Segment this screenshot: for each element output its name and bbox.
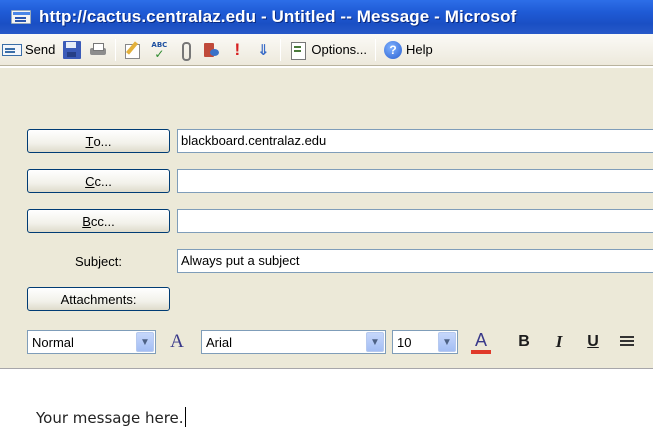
send-button[interactable]: Send xyxy=(0,38,59,62)
options-icon xyxy=(289,41,307,60)
chevron-down-icon[interactable]: ▼ xyxy=(136,332,154,352)
importance-high-button[interactable]: ! xyxy=(224,38,250,62)
print-icon xyxy=(89,41,107,59)
italic-button[interactable]: I xyxy=(546,330,572,354)
importance-low-button[interactable]: ⇓ xyxy=(250,38,276,62)
subject-field[interactable]: Always put a subject xyxy=(177,249,653,273)
toolbar-separator xyxy=(280,38,282,61)
font-color-icon: A xyxy=(474,329,487,350)
help-label: Help xyxy=(406,42,433,57)
toolbar-separator xyxy=(115,38,117,61)
send-label: Send xyxy=(25,42,56,57)
edit-button[interactable] xyxy=(120,38,146,62)
attach-button[interactable] xyxy=(172,38,198,62)
send-icon xyxy=(2,43,22,56)
save-button[interactable] xyxy=(59,38,85,62)
font-size-value: 10 xyxy=(397,334,412,350)
message-body-editor[interactable]: Your message here. xyxy=(0,368,653,435)
importance-high-icon: ! xyxy=(234,39,241,59)
address-book-button[interactable] xyxy=(198,38,224,62)
spellcheck-button[interactable]: ABC ✓ xyxy=(146,38,172,62)
help-icon: ? xyxy=(384,40,403,59)
spellcheck-icon: ABC ✓ xyxy=(151,40,168,61)
print-button[interactable] xyxy=(85,38,111,62)
underline-button[interactable]: U xyxy=(580,330,606,354)
bold-button[interactable]: B xyxy=(511,330,537,354)
title-bar: http://cactus.centralaz.edu - Untitled -… xyxy=(0,0,653,34)
message-window-icon xyxy=(11,7,33,27)
bcc-button[interactable]: Bcc... xyxy=(27,209,170,233)
attachments-button[interactable]: Attachments: xyxy=(27,287,170,311)
bcc-field[interactable] xyxy=(177,209,653,233)
style-select[interactable]: Normal ▼ xyxy=(27,330,156,354)
font-select[interactable]: Arial ▼ xyxy=(201,330,386,354)
cc-field[interactable] xyxy=(177,169,653,193)
align-left-icon xyxy=(620,336,634,348)
chevron-down-icon[interactable]: ▼ xyxy=(366,332,384,352)
to-field[interactable]: blackboard.centralaz.edu xyxy=(177,129,653,153)
message-text[interactable]: Your message here. xyxy=(36,407,186,427)
message-header-panel: To... blackboard.centralaz.edu Cc... Bcc… xyxy=(0,67,653,368)
font-value: Arial xyxy=(206,334,233,350)
cc-button[interactable]: Cc... xyxy=(27,169,170,193)
font-size-select[interactable]: 10 ▼ xyxy=(392,330,458,354)
style-value: Normal xyxy=(32,334,74,350)
options-label: Options... xyxy=(311,42,368,57)
help-button[interactable]: ? Help xyxy=(380,38,437,62)
font-color-button[interactable]: A xyxy=(467,330,495,354)
edit-icon xyxy=(124,41,142,59)
window-title: http://cactus.centralaz.edu - Untitled -… xyxy=(39,7,517,26)
align-left-button[interactable] xyxy=(614,330,640,354)
save-icon xyxy=(63,40,82,59)
toolbar-separator xyxy=(375,38,377,61)
address-book-icon xyxy=(202,41,220,59)
chevron-down-icon[interactable]: ▼ xyxy=(438,332,456,352)
to-button[interactable]: To... xyxy=(27,129,170,153)
font-color-bar xyxy=(471,349,491,354)
main-toolbar: Send ABC ✓ ! ⇓ Options... ? Help xyxy=(0,34,653,66)
text-caret xyxy=(184,407,186,427)
font-icon: A xyxy=(170,331,184,352)
options-button[interactable]: Options... xyxy=(285,38,371,62)
importance-low-icon: ⇓ xyxy=(257,40,270,59)
paperclip-icon xyxy=(176,41,194,61)
subject-label: Subject: xyxy=(75,253,122,269)
